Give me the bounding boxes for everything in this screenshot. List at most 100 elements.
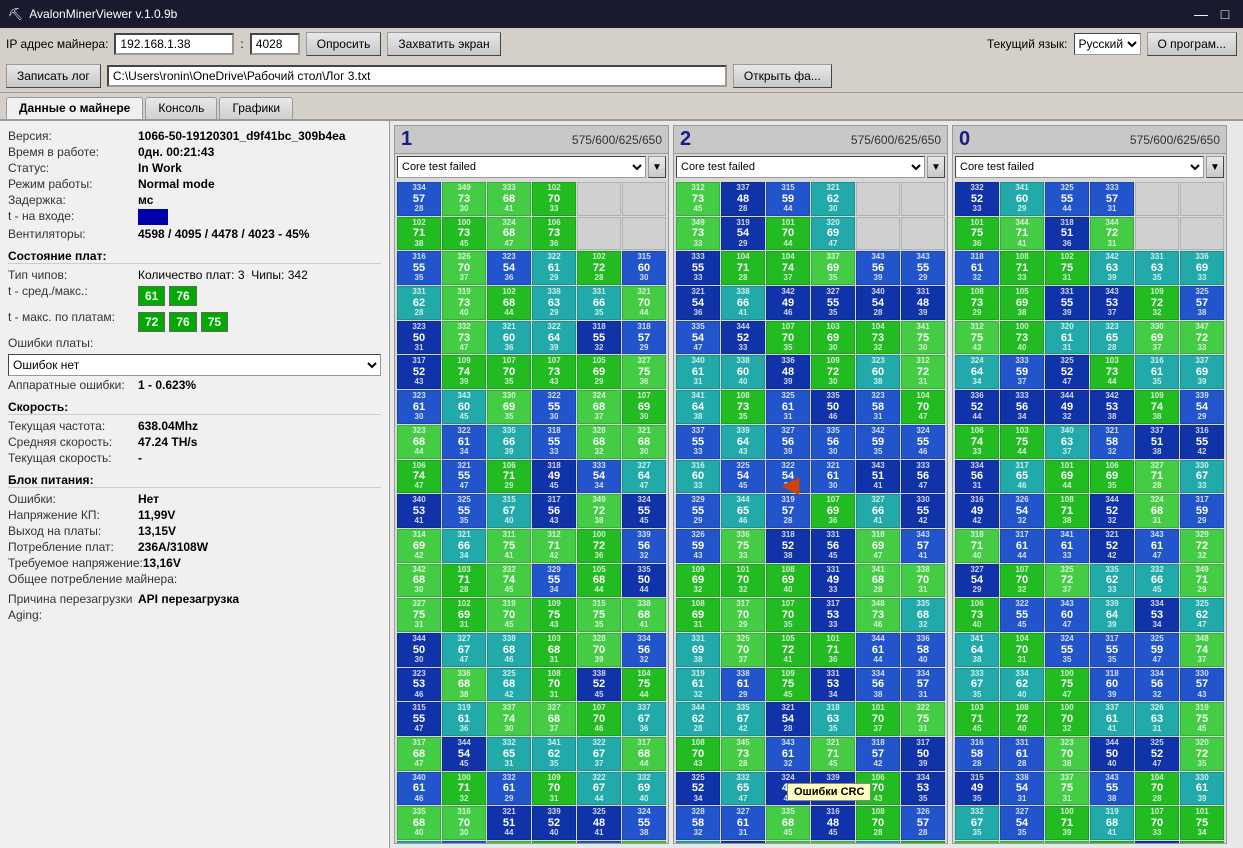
chip: 3196136 <box>442 702 486 736</box>
miner-col-1: 1575/600/625/650Core test failed▼3345728… <box>394 125 669 844</box>
chip: 3424946 <box>766 286 810 320</box>
uptime-row: Время в работе: 0дн. 00:21:43 <box>8 145 381 159</box>
chip: 1047047 <box>901 390 945 424</box>
chip-row: 3355447344523310770351036930104733234175… <box>676 321 945 355</box>
chip: 1056844 <box>577 564 621 598</box>
miner-status-arrow-0[interactable]: ▼ <box>1206 156 1224 178</box>
chip: 3497238 <box>577 494 621 528</box>
chip: 1067447 <box>397 460 441 494</box>
chip: 3445445 <box>442 737 486 771</box>
chip: 3185532 <box>577 321 621 355</box>
psu-title: Блок питания: <box>8 473 381 488</box>
toolbar-row2: Записать лог Открыть фа... <box>6 64 832 88</box>
chip: 3276641 <box>856 494 900 528</box>
chip: 3435529 <box>901 251 945 285</box>
version-label: Версия: <box>8 129 138 143</box>
miner-status-select-2[interactable]: Core test failed <box>676 156 925 178</box>
chip: 3487437 <box>1180 633 1224 667</box>
about-button[interactable]: О програм... <box>1147 32 1238 56</box>
chip: 3306935 <box>487 390 531 424</box>
chip: 1076936 <box>811 494 855 528</box>
avg-speed-label: Средняя скорость: <box>8 435 138 449</box>
chip-row: 3416438104703132455353175535325594734874… <box>955 633 1224 667</box>
chip: 3166833 <box>487 841 531 843</box>
chip-row: 1096932101703210869403314933341682833870… <box>676 564 945 598</box>
chip: 3175643 <box>532 494 576 528</box>
chip-row: 3164942326543210871383445232324683131759… <box>955 494 1224 528</box>
log-path-input[interactable] <box>107 65 727 87</box>
miner-status-arrow-1[interactable]: ▼ <box>648 156 666 178</box>
right-panel: ◀1575/600/625/650Core test failed▼334572… <box>390 121 1243 848</box>
chip: 1087335 <box>721 390 765 424</box>
chip: 1067129 <box>487 460 531 494</box>
chip: 3167030 <box>442 806 486 840</box>
chip: 3435639 <box>856 251 900 285</box>
chip: 3256131 <box>766 390 810 424</box>
chip-row: 1027138100734532468471067336 <box>397 217 666 251</box>
chip: 1097232 <box>1135 286 1179 320</box>
tab-miner-data[interactable]: Данные о майнере <box>6 97 143 119</box>
open-file-button[interactable]: Открыть фа... <box>733 64 832 88</box>
chip: 1087028 <box>856 806 900 840</box>
lang-select[interactable]: Русский <box>1074 33 1141 55</box>
chip: 3405341 <box>397 494 441 528</box>
chip: 3285737 <box>442 841 486 843</box>
board-errors-select[interactable]: Ошибок нет <box>8 354 381 376</box>
chip: 3345728 <box>397 182 441 216</box>
chip: 1086931 <box>676 598 720 632</box>
chip: 3255445 <box>721 460 765 494</box>
hw-errors-value: 1 - 0.623% <box>138 378 196 392</box>
chip: 3175535 <box>1090 633 1134 667</box>
chip: 3217044 <box>622 286 666 320</box>
chip: 3426830 <box>397 564 441 598</box>
chip: 1087240 <box>901 841 945 843</box>
miner-header-0: 0575/600/625/650 <box>953 126 1226 154</box>
chip: 3255234 <box>676 772 720 806</box>
chip: 3335434 <box>577 460 621 494</box>
chip <box>856 182 900 216</box>
chip: 1067336 <box>532 217 576 251</box>
chip-row: 3236130343604533069353225530324683710769… <box>397 390 666 424</box>
chip: 3374828 <box>721 182 765 216</box>
delay-label: Задержка: <box>8 193 138 207</box>
chip: 3436147 <box>1135 529 1179 563</box>
chip: 1067340 <box>955 598 999 632</box>
chip-row: 3295529344654631957281076936327664133055… <box>676 494 945 528</box>
cur-freq-label: Текущая частота: <box>8 419 138 433</box>
query-button[interactable]: Опросить <box>306 32 382 56</box>
ip-input[interactable] <box>114 33 234 55</box>
chip: 3215436 <box>676 286 720 320</box>
chip: 3246847 <box>487 217 531 251</box>
chip: 3425935 <box>856 425 900 459</box>
capture-button[interactable]: Захватить экран <box>387 32 500 56</box>
miner-status-select-0[interactable]: Core test failed <box>955 156 1204 178</box>
board-chips-label: Чипы: <box>251 268 284 282</box>
chip: 3127142 <box>532 529 576 563</box>
miner-status-select-1[interactable]: Core test failed <box>397 156 646 178</box>
chip: 1047031 <box>1000 633 1044 667</box>
miner-status-bar-1: Core test failed▼ <box>395 154 668 180</box>
minimize-button[interactable]: — <box>1191 4 1211 24</box>
miner-status-arrow-2[interactable]: ▼ <box>927 156 945 178</box>
chip: 3166135 <box>1135 355 1179 389</box>
chip: 3236038 <box>856 355 900 389</box>
port-input[interactable] <box>250 33 300 55</box>
chip: 3175929 <box>1180 494 1224 528</box>
chip: 3215832 <box>1090 425 1134 459</box>
tab-graphs[interactable]: Графики <box>219 97 293 119</box>
psu-consume-label: Потребление плат: <box>8 540 138 554</box>
title-bar-text: AvalonMinerViewer v.1.0.9b <box>29 7 177 21</box>
chip: 3445040 <box>1090 737 1134 771</box>
maximize-button[interactable]: □ <box>1215 4 1235 24</box>
chip-row: 3375533339644332756393355630342593532455… <box>676 425 945 459</box>
chip: 3497330 <box>442 182 486 216</box>
chip: 3236844 <box>397 425 441 459</box>
chip: 1076930 <box>622 390 666 424</box>
log-button[interactable]: Записать лог <box>6 64 101 88</box>
chip: 3154935 <box>955 772 999 806</box>
tab-console[interactable]: Консоль <box>145 97 217 119</box>
miner-col-0: 0575/600/625/650Core test failed▼3325233… <box>952 125 1227 844</box>
uptime-value: 0дн. 00:21:43 <box>138 145 214 159</box>
cur-freq-value: 638.04Mhz <box>138 419 198 433</box>
chip-row: 3275429107703232572373356233332664534971… <box>955 564 1224 598</box>
